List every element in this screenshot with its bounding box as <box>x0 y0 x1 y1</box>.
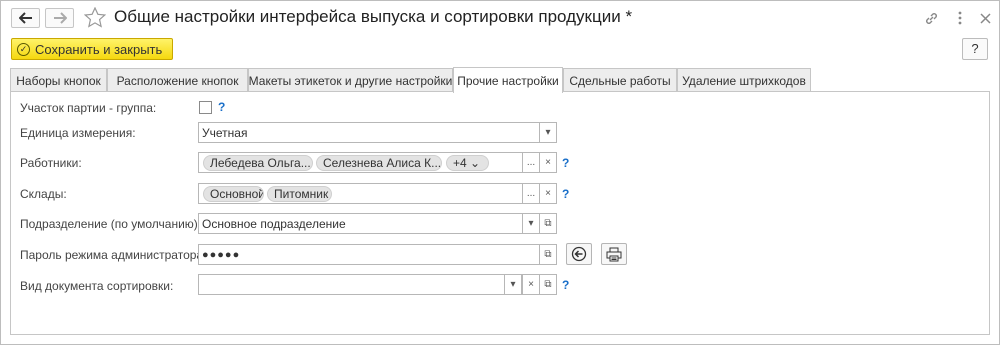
unit-label: Единица измерения: <box>20 126 136 140</box>
sort-doc-type-open-button[interactable]: ⧉ <box>539 274 557 295</box>
batch-group-label: Участок партии - группа: <box>20 101 157 115</box>
open-icon: ⧉ <box>544 249 552 260</box>
arrow-right-icon <box>53 12 67 24</box>
workers-more-count: +4 <box>453 156 467 170</box>
workers-clear-button[interactable]: × <box>539 152 557 173</box>
tab-other-settings[interactable]: Прочие настройки <box>453 67 563 93</box>
admin-password-open-button[interactable]: ⧉ <box>539 244 557 265</box>
unit-value: Учетная <box>202 126 248 140</box>
clear-icon: × <box>545 157 551 168</box>
arrow-left-icon <box>18 12 32 24</box>
sort-doc-type-select[interactable]: ▾ × ⧉ <box>198 274 557 295</box>
department-open-button[interactable]: ⧉ <box>539 213 557 234</box>
clear-icon: × <box>545 188 551 199</box>
save-and-close-label: Сохранить и закрыть <box>35 41 163 57</box>
warehouse-chip[interactable]: Питомник <box>267 186 332 202</box>
star-icon <box>83 6 107 28</box>
batch-group-help[interactable]: ? <box>218 100 225 114</box>
warehouse-chip[interactable]: Основной <box>203 186 264 202</box>
favorite-button[interactable] <box>83 6 107 31</box>
sort-doc-type-help[interactable]: ? <box>562 278 569 292</box>
forward-button[interactable] <box>45 8 74 28</box>
sort-doc-type-dropdown-button[interactable]: ▾ <box>504 274 522 295</box>
worker-chip[interactable]: Селезнева Алиса К... <box>316 155 442 171</box>
chevron-down-icon: ▾ <box>545 127 551 138</box>
sort-doc-type-clear-button[interactable]: × <box>522 274 540 295</box>
link-button[interactable] <box>922 9 940 27</box>
worker-chip[interactable]: Лебедева Ольга... <box>203 155 313 171</box>
admin-password-label: Пароль режима администратора: <box>20 248 207 262</box>
admin-password-input[interactable]: ●●●●● ⧉ <box>198 244 557 265</box>
tab-barcode-removal[interactable]: Удаление штрихкодов <box>677 68 811 92</box>
chevron-down-icon: ▾ <box>510 279 516 290</box>
help-button[interactable]: ? <box>962 38 988 60</box>
workers-label: Работники: <box>20 156 82 170</box>
warehouses-clear-button[interactable]: × <box>539 183 557 204</box>
department-label: Подразделение (по умолчанию): <box>20 217 202 231</box>
unit-select[interactable]: Учетная ▾ <box>198 122 557 143</box>
tab-button-sets[interactable]: Наборы кнопок <box>10 68 107 92</box>
chevron-down-icon: ⌄ <box>470 156 481 170</box>
title-bar: Общие настройки интерфейса выпуска и сор… <box>1 1 999 35</box>
workers-help[interactable]: ? <box>562 156 569 170</box>
warehouses-field[interactable]: Основной Питомник ... × <box>198 183 557 204</box>
sort-doc-type-label: Вид документа сортировки: <box>20 279 174 293</box>
tab-piece-work[interactable]: Сдельные работы <box>563 68 677 92</box>
department-select[interactable]: Основное подразделение ▾ ⧉ <box>198 213 557 234</box>
back-button[interactable] <box>11 8 40 28</box>
admin-password-value: ●●●●● <box>202 249 241 261</box>
clear-icon: × <box>528 279 534 290</box>
warehouses-label: Склады: <box>20 187 67 201</box>
settings-window: Общие настройки интерфейса выпуска и сор… <box>0 0 1000 345</box>
workers-field[interactable]: Лебедева Ольга... Селезнева Алиса К... +… <box>198 152 557 173</box>
more-menu-button[interactable] <box>951 9 969 27</box>
department-value: Основное подразделение <box>202 217 346 231</box>
printer-icon <box>606 247 622 261</box>
back-arrow-button[interactable] <box>566 243 592 265</box>
warehouses-select-button[interactable]: ... <box>522 183 540 204</box>
kebab-menu-icon <box>958 11 962 25</box>
department-dropdown-button[interactable]: ▾ <box>522 213 540 234</box>
tab-label-templates[interactable]: Макеты этикеток и другие настройки <box>248 68 453 92</box>
batch-group-checkbox[interactable] <box>199 101 212 114</box>
open-icon: ⧉ <box>544 279 552 290</box>
save-and-close-button[interactable]: ✓ Сохранить и закрыть <box>11 38 173 60</box>
print-button[interactable] <box>601 243 627 265</box>
checkmark-circle-icon: ✓ <box>17 42 30 56</box>
close-window-button[interactable] <box>976 9 994 27</box>
tab-button-layout[interactable]: Расположение кнопок <box>107 68 248 92</box>
link-icon <box>925 12 937 24</box>
unit-dropdown-button[interactable]: ▾ <box>539 122 557 143</box>
dots-icon: ... <box>526 157 536 168</box>
window-title: Общие настройки интерфейса выпуска и сор… <box>114 7 633 26</box>
open-icon: ⧉ <box>544 218 552 229</box>
chevron-down-icon: ▾ <box>528 218 534 229</box>
dots-icon: ... <box>526 188 536 199</box>
arrow-left-circle-icon <box>571 246 587 262</box>
warehouses-help[interactable]: ? <box>562 187 569 201</box>
workers-more-chip[interactable]: +4 ⌄ <box>446 155 489 171</box>
close-icon <box>979 12 991 24</box>
workers-select-button[interactable]: ... <box>522 152 540 173</box>
